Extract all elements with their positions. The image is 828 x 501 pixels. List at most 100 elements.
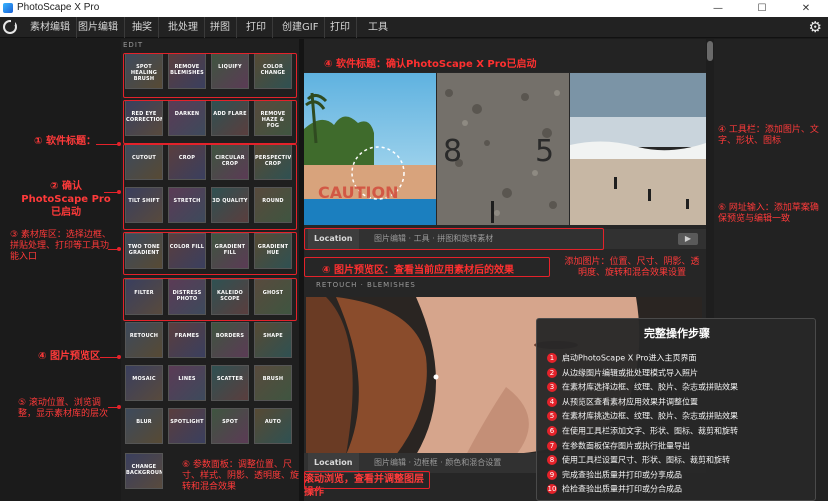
arrow-2 xyxy=(104,190,121,194)
annotation-tools: ④ 工具栏：添加图片、文字、形状、图标 xyxy=(718,125,819,146)
menu-item-collage[interactable]: 拼图 xyxy=(204,17,237,38)
step-item: 6 在使用工具栏添加文字、形状、图标、裁剪和旋转 xyxy=(547,426,738,437)
menu-item-batch[interactable]: 批处理 xyxy=(162,17,205,38)
step-number: 4 xyxy=(547,396,557,407)
step-number: 7 xyxy=(547,440,557,451)
thumbnail-tile[interactable]: CHANGE BACKGROUND xyxy=(125,453,163,489)
photoscape-window: PhotoScape X Pro — ☐ ✕ 素材编辑 图片编辑 抽奖 批处理 … xyxy=(0,0,828,501)
step-number: 5 xyxy=(547,411,557,422)
step-item: 3 在素材库选择边框、纹理、胶片、杂志或拼贴效果 xyxy=(547,382,738,393)
panel-section-label: EDIT xyxy=(123,41,144,49)
step-item: 2 从边缘图片编辑或批处理模式导入照片 xyxy=(547,367,698,379)
thumbnail-label: BORDERS xyxy=(215,333,245,339)
arrow-1 xyxy=(96,142,121,146)
tab-edit-group-2[interactable]: 图片编辑 · 边框框 · 颜色和混合设置 xyxy=(368,453,507,473)
annotation-6: ⑥ 参数面板：调整位置、尺寸、样式、阴影、透明度、旋转和混合效果 xyxy=(182,460,300,492)
annotation-3: ③ 素材库区：选择边框、拼贴处理、打印等工具功能入口 xyxy=(10,230,111,262)
thumbnail-label: SCATTER xyxy=(216,376,244,382)
svg-text:8: 8 xyxy=(443,134,462,169)
step-text: 完成查验出质量并打印或分享成品 xyxy=(562,470,682,480)
step-number: 2 xyxy=(547,367,557,378)
scrollbar-thumb[interactable] xyxy=(707,41,713,61)
close-button[interactable]: ✕ xyxy=(784,0,828,17)
step-number: 9 xyxy=(547,469,557,480)
thumbnail-label: SPOTLIGHT xyxy=(170,419,204,425)
highlight-row-1 xyxy=(123,53,297,98)
tab-location-2[interactable]: Location xyxy=(308,453,359,473)
thumbnail-tile[interactable]: SCATTER xyxy=(211,365,249,401)
highlight-tabstrip xyxy=(304,228,604,250)
highlight-rows-3-4 xyxy=(123,144,297,230)
thumbnail-tile[interactable]: BLUR xyxy=(125,408,163,444)
menu-item-image-edit[interactable]: 图片编辑 xyxy=(72,17,125,38)
steps-panel: 完整操作步骤 1 启动PhotoScape X Pro进入主页界面 2 从边缘图片编辑… xyxy=(536,318,816,501)
gear-icon[interactable]: ⚙ xyxy=(809,19,822,36)
annotation-4-top: ④ 软件标题：确认PhotoScape X Pro已启动 xyxy=(324,59,537,70)
thumbnail-label: RETOUCH xyxy=(129,333,159,339)
step-number: 10 xyxy=(547,484,557,495)
thumbnail-tile[interactable]: SHAPE xyxy=(254,322,292,358)
arrow-5 xyxy=(108,405,121,409)
preview-photo-gravel[interactable]: 8 5 xyxy=(437,73,569,225)
beach-image xyxy=(570,73,706,225)
step-text: 检检查验出质量并打印或分合成品 xyxy=(562,484,682,494)
annotation-params: 添加图片：位置、尺寸、阴影、透明度、旋转和混合效果设置 xyxy=(564,257,700,278)
thumbnail-tile[interactable]: SPOT xyxy=(211,408,249,444)
thumbnail-tile[interactable]: RETOUCH xyxy=(125,322,163,358)
menu-item-lottery[interactable]: 抽奖 xyxy=(126,17,159,38)
menu-item-print[interactable]: 打印 xyxy=(240,17,273,38)
thumbnail-tile[interactable]: BORDERS xyxy=(211,322,249,358)
step-text: 从边缘图片编辑或批处理模式导入照片 xyxy=(562,368,698,378)
thumbnail-label: FRAMES xyxy=(174,333,200,339)
annotation-5: ⑤ 滚动位置、浏览调整，显示素材库的层次 xyxy=(18,398,109,419)
step-text: 使用工具栏设置尺寸、形状、图标、裁剪和旋转 xyxy=(562,455,730,465)
menu-item-tools[interactable]: 工具 xyxy=(362,17,394,38)
annotation-input: ⑥ 网址输入：添加草案确保预览与编辑一致 xyxy=(718,203,819,224)
menu-item-material-edit[interactable]: 素材编辑 xyxy=(24,17,77,38)
thumbnail-label: BLUR xyxy=(136,419,152,425)
home-logo-icon[interactable] xyxy=(3,19,17,34)
menu-item-print-2[interactable]: 打印 xyxy=(324,17,357,38)
step-item: 1 启动PhotoScape X Pro进入主页界面 xyxy=(547,353,696,364)
annotation-gutter: ① 软件标题： ② 确认PhotoScape Pro已启动 ③ 素材库区：选择边… xyxy=(0,39,121,501)
step-number: 1 xyxy=(547,353,557,363)
step-number: 6 xyxy=(547,426,557,436)
step-item: 9 完成查验出质量并打印或分享成品 xyxy=(547,469,682,481)
annotation-2: ② 确认PhotoScape Pro已启动 xyxy=(21,181,111,218)
app-logo-icon xyxy=(3,3,13,13)
thumbnail-tile[interactable]: FRAMES xyxy=(168,322,206,358)
thumbnail-tile[interactable]: MOSAIC xyxy=(125,365,163,401)
highlight-row-2 xyxy=(123,100,297,144)
highlight-preview-title xyxy=(304,257,550,277)
thumbnail-tile[interactable]: BRUSH xyxy=(254,365,292,401)
highlight-row-6 xyxy=(123,278,297,321)
step-item: 4 从预览区查看素材应用效果并调整位置 xyxy=(547,396,698,408)
step-text: 在参数面板保存图片或执行批量导出 xyxy=(562,441,690,451)
thumbnail-label: CHANGE BACKGROUND xyxy=(126,464,162,476)
menu-bar: 素材编辑 图片编辑 抽奖 批处理 拼图 打印 创建GIF 打印 工具 ⚙ xyxy=(0,17,828,38)
gravel-image: 8 5 xyxy=(437,73,569,225)
thumbnail-tile[interactable]: LINES xyxy=(168,365,206,401)
section2-label: RETOUCH · BLEMISHES xyxy=(316,281,416,289)
svg-text:CAUTION: CAUTION xyxy=(318,183,398,202)
preview-photo-pool[interactable]: CAUTION xyxy=(304,73,436,225)
arrow-3 xyxy=(108,247,121,251)
thumbnail-label: AUTO xyxy=(264,419,282,425)
thumbnail-tile[interactable]: AUTO xyxy=(254,408,292,444)
step-item: 7 在参数面板保存图片或执行批量导出 xyxy=(547,440,690,452)
step-item: 10 检检查验出质量并打印或分合成品 xyxy=(547,484,682,495)
menu-item-create-gif[interactable]: 创建GIF xyxy=(276,17,326,38)
title-bar: PhotoScape X Pro — ☐ ✕ xyxy=(0,0,828,17)
step-text: 在素材库挑选边框、纹理、胶片、杂志或拼贴效果 xyxy=(562,411,738,421)
step-item: 8 使用工具栏设置尺寸、形状、图标、裁剪和旋转 xyxy=(547,455,730,466)
thumbnail-label: LINES xyxy=(178,376,196,382)
step-number: 3 xyxy=(547,382,557,393)
thumbnail-label: SHAPE xyxy=(263,333,283,339)
annotation-1: ① 软件标题： xyxy=(34,136,96,147)
play-icon[interactable]: ▶ xyxy=(678,233,698,245)
maximize-button[interactable]: ☐ xyxy=(740,0,784,17)
preview-photo-beach[interactable] xyxy=(570,73,706,225)
minimize-button[interactable]: — xyxy=(696,0,740,17)
thumbnail-tile[interactable]: SPOTLIGHT xyxy=(168,408,206,444)
step-text: 在素材库选择边框、纹理、胶片、杂志或拼贴效果 xyxy=(562,382,738,392)
